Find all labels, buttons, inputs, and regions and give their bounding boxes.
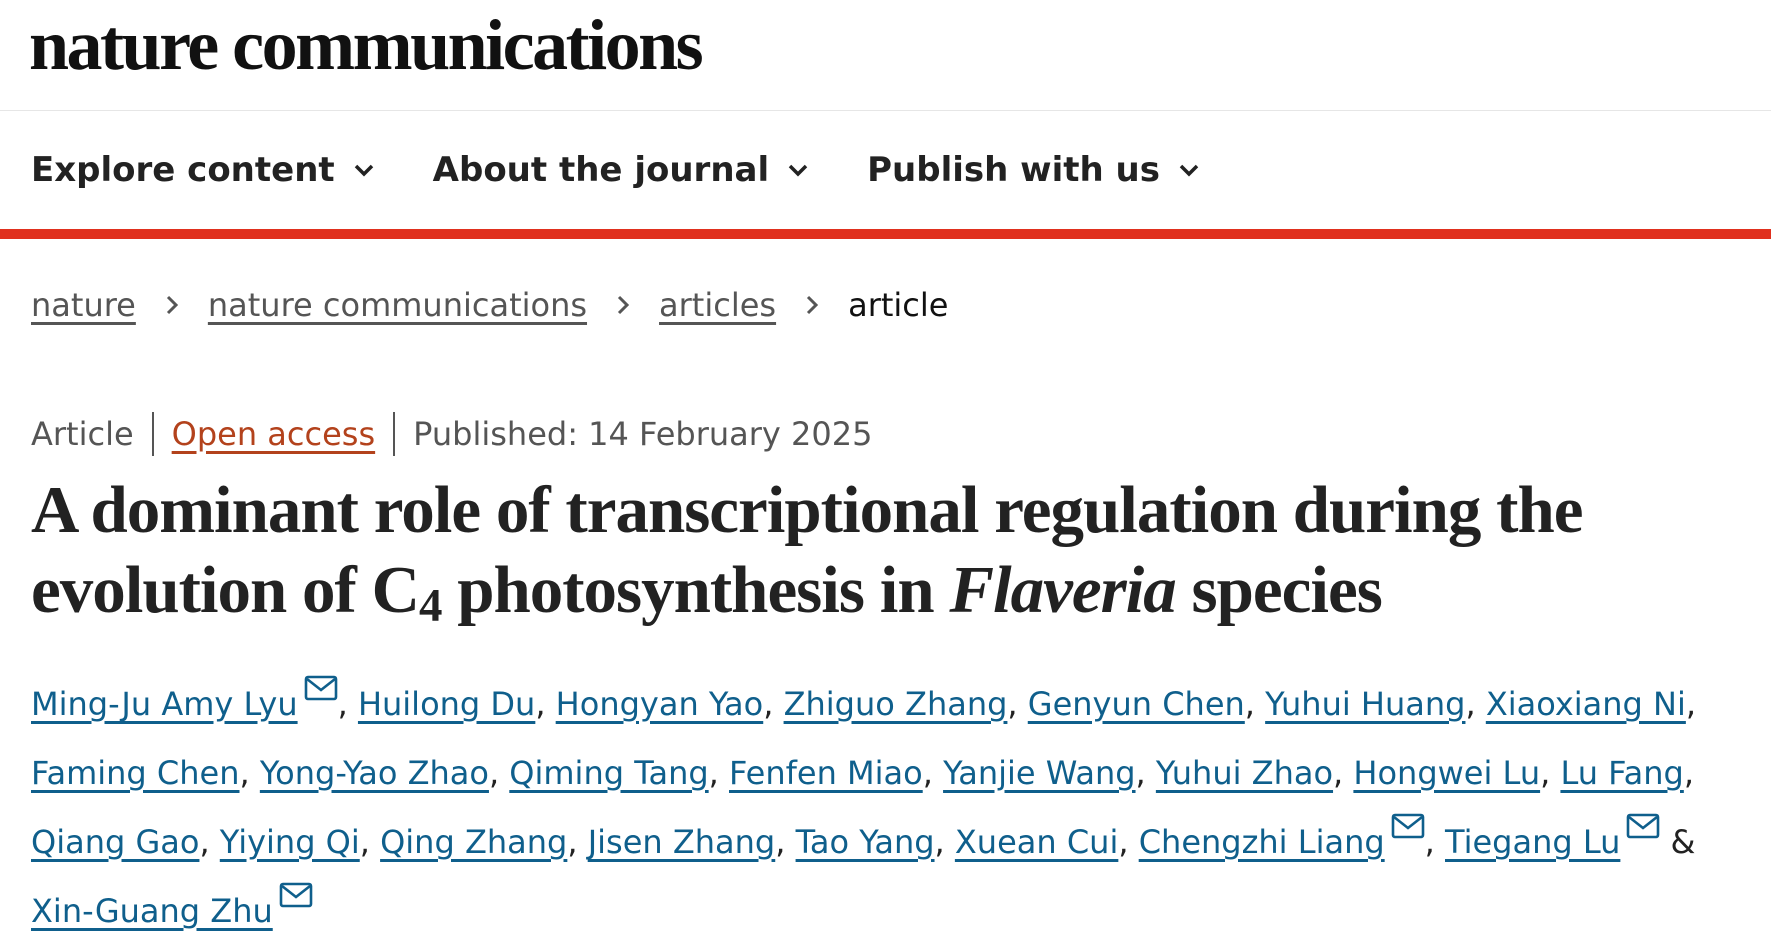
nav-publish-with-us[interactable]: Publish with us (867, 150, 1200, 190)
title-text: photosynthesis in (441, 553, 950, 627)
accent-divider (0, 229, 1771, 239)
chevron-right-icon (166, 295, 178, 315)
nav-explore-content[interactable]: Explore content (31, 150, 375, 190)
author-separator: , (1465, 685, 1476, 723)
breadcrumb-current: article (848, 286, 949, 324)
nav-item-label: Publish with us (867, 150, 1160, 190)
author-link[interactable]: Yanjie Wang (943, 754, 1135, 792)
published-date: Published: 14 February 2025 (413, 415, 873, 453)
author-separator: , (708, 754, 719, 792)
author-link[interactable]: Genyun Chen (1028, 685, 1245, 723)
author-link[interactable]: Yuhui Zhao (1156, 754, 1333, 792)
author-separator: , (199, 823, 210, 861)
author-separator: , (922, 754, 933, 792)
author-separator: , (567, 823, 578, 861)
article-meta: Article Open access Published: 14 Februa… (31, 412, 872, 456)
author-separator: , (488, 754, 500, 792)
open-access-link[interactable]: Open access (172, 415, 375, 453)
breadcrumb-articles[interactable]: articles (659, 286, 776, 324)
mail-icon[interactable] (304, 675, 338, 701)
title-species: Flaveria (949, 553, 1176, 627)
author-link[interactable]: Qiming Tang (509, 754, 708, 792)
author-separator: , (934, 823, 945, 861)
author-separator: , (1244, 685, 1255, 723)
main-nav: Explore content About the journal Publis… (0, 111, 1771, 229)
author-link[interactable]: Jisen Zhang (588, 823, 776, 861)
author-link[interactable]: Chengzhi Liang (1139, 823, 1385, 861)
chevron-right-icon (807, 295, 819, 315)
author-link[interactable]: Yuhui Huang (1265, 685, 1465, 723)
author-separator: , (1135, 754, 1146, 792)
author-conjunction: & (1670, 823, 1696, 861)
author-link[interactable]: Fenfen Miao (729, 754, 923, 792)
author-link[interactable]: Faming Chen (31, 754, 240, 792)
mail-icon[interactable] (1391, 813, 1425, 839)
breadcrumb: nature nature communications articles ar… (31, 286, 948, 324)
author-separator: , (1424, 823, 1435, 861)
journal-logo[interactable]: nature communications (29, 4, 704, 87)
author-separator: , (535, 685, 546, 723)
author-separator: , (1007, 685, 1018, 723)
mail-icon[interactable] (1626, 813, 1660, 839)
author-separator: , (337, 685, 348, 723)
author-separator: , (775, 823, 786, 861)
author-link[interactable]: Hongwei Lu (1353, 754, 1540, 792)
chevron-right-icon (617, 295, 630, 315)
author-link[interactable]: Qing Zhang (380, 823, 567, 861)
author-link[interactable]: Yiying Qi (220, 823, 360, 861)
author-separator: , (239, 754, 250, 792)
author-separator: , (359, 823, 370, 861)
author-list: Ming-Ju Amy Lyu, Huilong Du, Hongyan Yao… (31, 670, 1731, 946)
nav-item-label: About the journal (432, 150, 770, 190)
author-link[interactable]: Tao Yang (796, 823, 935, 861)
author-link[interactable]: Huilong Du (358, 685, 535, 723)
author-link[interactable]: Ming-Ju Amy Lyu (31, 685, 298, 723)
author-link[interactable]: Tiegang Lu (1445, 823, 1620, 861)
author-link[interactable]: Qiang Gao (31, 823, 199, 861)
nav-about-the-journal[interactable]: About the journal (433, 150, 809, 190)
author-link[interactable]: Hongyan Yao (556, 685, 764, 723)
author-separator: , (763, 685, 774, 723)
author-link[interactable]: Lu Fang (1560, 754, 1683, 792)
title-text: species (1175, 553, 1383, 627)
author-separator: , (1333, 754, 1344, 792)
mail-icon[interactable] (279, 882, 313, 908)
chevron-down-icon (354, 164, 373, 177)
author-separator: , (1118, 823, 1129, 861)
author-link[interactable]: Yong-Yao Zhao (260, 754, 489, 792)
article-type: Article (31, 415, 134, 453)
author-separator: , (1683, 754, 1694, 792)
meta-divider (393, 412, 396, 456)
breadcrumb-nature[interactable]: nature (31, 286, 136, 324)
author-link[interactable]: Zhiguo Zhang (784, 685, 1008, 723)
chevron-down-icon (1179, 164, 1199, 177)
article-title: A dominant role of transcriptional regul… (31, 470, 1731, 630)
nav-item-label: Explore content (31, 150, 335, 190)
site-header: nature communications (0, 0, 1771, 111)
author-separator: , (1540, 754, 1551, 792)
author-link[interactable]: Xin-Guang Zhu (31, 892, 273, 930)
breadcrumb-nature-communications[interactable]: nature communications (208, 286, 587, 324)
author-link[interactable]: Xuean Cui (955, 823, 1118, 861)
chevron-down-icon (788, 164, 808, 177)
author-separator: , (1685, 685, 1697, 723)
title-subscript: 4 (419, 579, 442, 632)
meta-divider (151, 412, 154, 456)
author-link[interactable]: Xiaoxiang Ni (1486, 685, 1686, 723)
